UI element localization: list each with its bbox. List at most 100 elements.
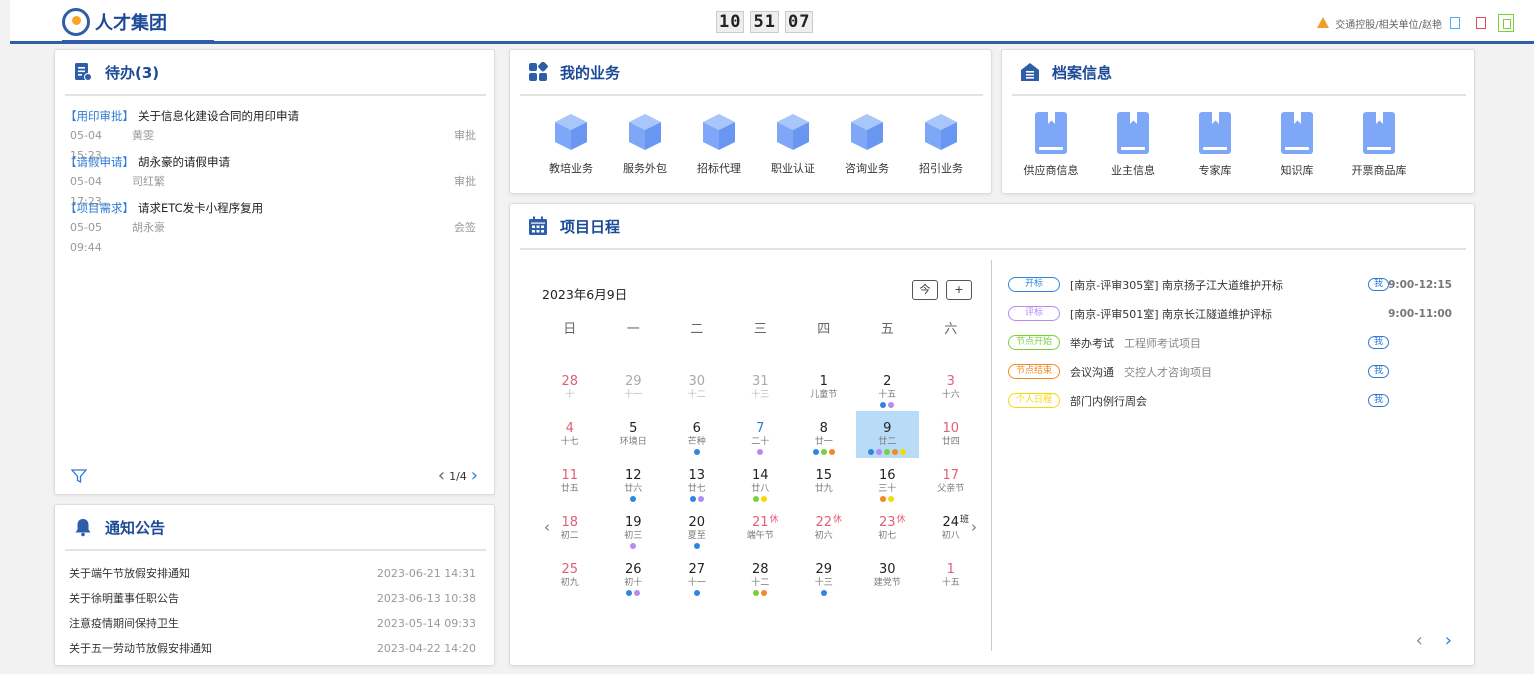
event-time: 9:00-11:00: [1388, 307, 1452, 320]
todo-text: 关于信息化建设合同的用印申请: [138, 109, 299, 123]
calendar-day[interactable]: 7 二十: [729, 411, 793, 458]
business-item[interactable]: 职业认证: [756, 112, 830, 176]
cube-icon: [703, 114, 735, 150]
archive-item[interactable]: 知识库: [1256, 112, 1338, 178]
calendar-day[interactable]: 26 初十: [602, 552, 666, 599]
archive-item[interactable]: 业主信息: [1092, 112, 1174, 178]
phone-icon[interactable]: [1476, 17, 1486, 29]
event-dot: [884, 449, 891, 455]
calendar-day[interactable]: 27 十一: [665, 552, 729, 599]
fullscreen-icon[interactable]: [1498, 14, 1514, 32]
notice-title-text: 关于徐明董事任职公告: [69, 592, 179, 605]
lunar-label: 十: [565, 390, 575, 400]
page-indicator: 1/4: [449, 469, 467, 483]
logo-icon: [62, 8, 90, 36]
next-icon[interactable]: ›: [1445, 630, 1452, 651]
event-project: 交控人才咨询项目: [1124, 365, 1212, 379]
archive-header: 档案信息: [1012, 50, 1466, 96]
calendar-day[interactable]: 16 三十: [856, 458, 920, 505]
calendar-day[interactable]: 29 十三: [792, 552, 856, 599]
calendar-day[interactable]: 25 初九: [538, 552, 602, 599]
day-number: 30: [878, 562, 896, 577]
calendar-day[interactable]: 5 环境日: [602, 411, 666, 458]
calendar-day[interactable]: 28 十二: [729, 552, 793, 599]
notice-item[interactable]: 关于端午节放假安排通知 2023-06-21 14:31: [69, 561, 476, 586]
calendar-day[interactable]: 29 十一: [602, 364, 666, 411]
lunar-label: 初七: [878, 531, 897, 541]
prev-page-icon[interactable]: ‹: [438, 467, 445, 485]
calendar-day-selected[interactable]: 9 廿二: [855, 411, 919, 458]
calendar-day[interactable]: 4 十七: [538, 411, 602, 458]
lunar-label: 父亲节: [937, 484, 965, 494]
notice-item[interactable]: 关于徐明董事任职公告 2023-06-13 10:38: [69, 586, 476, 611]
calendar-day[interactable]: 8 廿一: [792, 411, 856, 458]
notice-date: 2023-06-21 14:31: [376, 567, 476, 580]
me-badge: 我: [1368, 278, 1389, 291]
next-page-icon[interactable]: ›: [471, 467, 478, 485]
business-item[interactable]: 招标代理: [682, 112, 756, 176]
archive-item[interactable]: 开票商品库: [1338, 112, 1420, 178]
window-icon[interactable]: [1450, 17, 1460, 29]
calendar-day[interactable]: 20 夏至: [665, 505, 729, 552]
lunar-label: 十一: [624, 390, 643, 400]
prev-icon[interactable]: ‹: [1416, 630, 1423, 651]
next-month-icon[interactable]: ›: [971, 518, 977, 536]
event-item[interactable]: 节点结束 会议沟通 交控人才咨询项目 我: [1008, 357, 1452, 386]
event-item[interactable]: 开标 [南京-评审305室] 南京扬子江大道维护开标 我 9:00-12:15: [1008, 270, 1452, 299]
calendar-day[interactable]: 21 休端午节: [729, 505, 793, 552]
calendar-day[interactable]: 12 廿六: [602, 458, 666, 505]
calendar-day[interactable]: 31 十三: [729, 364, 793, 411]
event-dot: [880, 402, 887, 408]
calendar-day[interactable]: 11 廿五: [538, 458, 602, 505]
me-badge: 我: [1368, 365, 1389, 378]
calendar-day[interactable]: 14 廿八: [729, 458, 793, 505]
business-item[interactable]: 教培业务: [534, 112, 608, 176]
todo-tag: 【用印审批】: [65, 109, 134, 123]
todo-text: 请求ETC发卡小程序复用: [138, 201, 264, 215]
business-item[interactable]: 服务外包: [608, 112, 682, 176]
calendar-day[interactable]: 30 十二: [665, 364, 729, 411]
event-dots: [665, 449, 729, 455]
today-button[interactable]: 今: [912, 280, 938, 300]
filter-icon[interactable]: [71, 468, 87, 484]
todo-item[interactable]: 【请假申请】 胡永豪的请假申请 05-04 17:23 司红繁 审批: [65, 152, 476, 208]
calendar-day[interactable]: 6 芒种: [665, 411, 729, 458]
clock-seconds: 07: [784, 11, 814, 33]
business-item[interactable]: 招引业务: [904, 112, 978, 176]
lunar-label: 初九: [560, 578, 579, 588]
logo[interactable]: 人才集团: [62, 8, 167, 36]
event-title: 会议沟通: [1070, 365, 1114, 379]
calendar-day[interactable]: 15 廿九: [792, 458, 856, 505]
calendar-day[interactable]: 23 休初七: [856, 505, 920, 552]
bell-icon: [75, 519, 91, 537]
notice-item[interactable]: 注意疫情期间保持卫生 2023-05-14 09:33: [69, 611, 476, 636]
calendar-day[interactable]: 13 廿七: [665, 458, 729, 505]
calendar-day[interactable]: 1 十五: [919, 552, 983, 599]
calendar-day[interactable]: 30 建党节: [856, 552, 920, 599]
todo-item[interactable]: 【用印审批】 关于信息化建设合同的用印申请 05-04 15:23 黄雯 审批: [65, 106, 476, 162]
event-item[interactable]: 评标 [南京-评审501室] 南京长江隧道维护评标 9:00-11:00: [1008, 299, 1452, 328]
add-event-button[interactable]: +: [946, 280, 972, 300]
event-dot: [868, 449, 875, 455]
calendar-day[interactable]: 10 廿四: [919, 411, 983, 458]
archive-item[interactable]: 供应商信息: [1010, 112, 1092, 178]
calendar-day[interactable]: 19 初三: [602, 505, 666, 552]
org-path[interactable]: 交通控股/相关单位/赵艳: [1335, 16, 1442, 31]
lunar-label: 十三: [751, 390, 770, 400]
calendar-day[interactable]: 28 十: [538, 364, 602, 411]
notice-item[interactable]: 关于五一劳动节放假安排通知 2023-04-22 14:20: [69, 636, 476, 661]
event-item[interactable]: 个人日程 部门内例行周会 我: [1008, 386, 1452, 415]
calendar-day[interactable]: 1 儿童节: [792, 364, 856, 411]
calendar-day[interactable]: 2 十五: [856, 364, 920, 411]
event-item[interactable]: 节点开始 举办考试 工程师考试项目 我: [1008, 328, 1452, 357]
business-item[interactable]: 咨询业务: [830, 112, 904, 176]
calendar-day[interactable]: 22 休初六: [792, 505, 856, 552]
calendar-day[interactable]: 17 父亲节: [919, 458, 983, 505]
calendar-day[interactable]: 3 十六: [919, 364, 983, 411]
lunar-label: 十七: [560, 437, 579, 447]
day-number: 7: [756, 421, 765, 436]
notice-title-text: 关于五一劳动节放假安排通知: [69, 642, 212, 655]
todo-item[interactable]: 【项目需求】 请求ETC发卡小程序复用 05-05 09:44 胡永豪 会签: [65, 198, 476, 254]
prev-month-icon[interactable]: ‹: [544, 518, 550, 536]
archive-item[interactable]: 专家库: [1174, 112, 1256, 178]
